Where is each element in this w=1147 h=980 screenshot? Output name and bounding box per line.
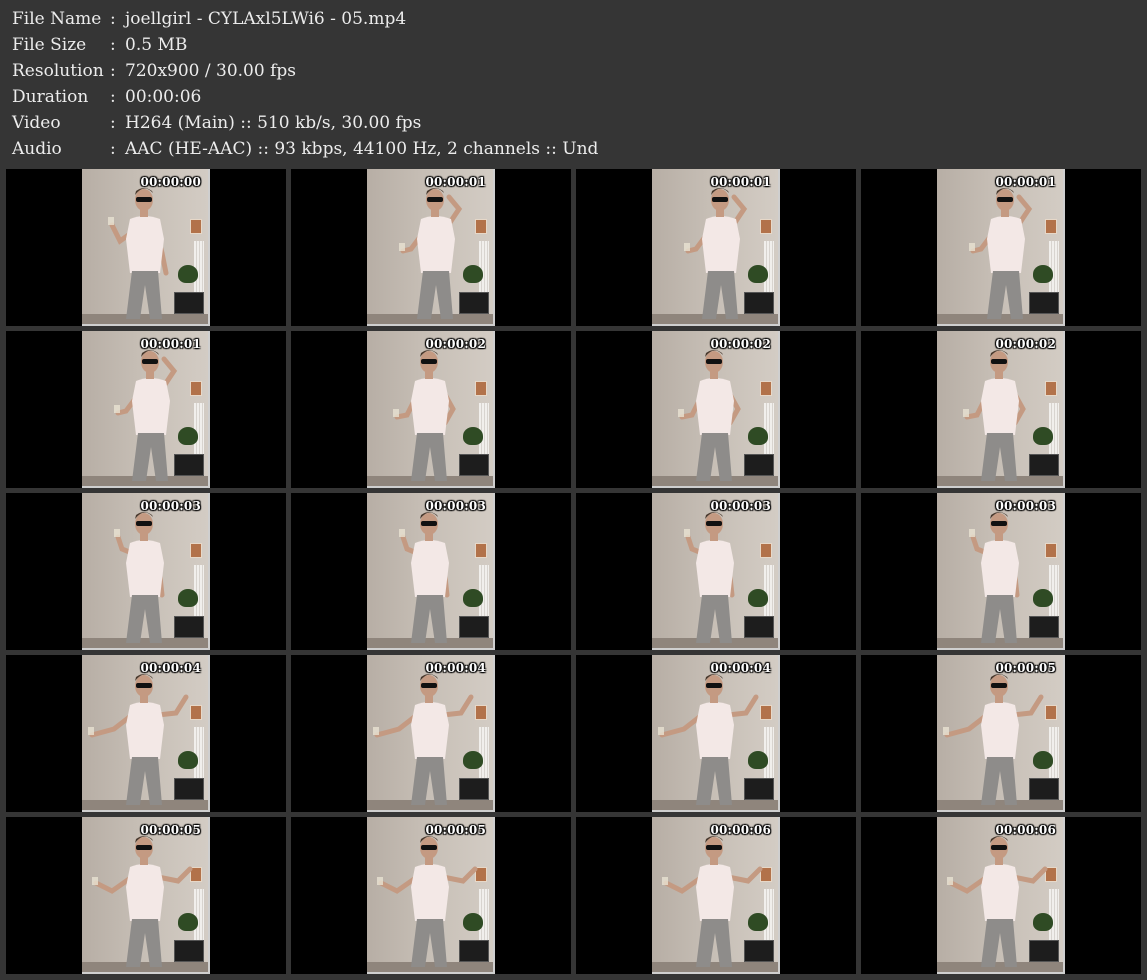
video-frame-thumbnail: 00:00:05 bbox=[937, 655, 1065, 812]
thumbnail-cell: 00:00:04 bbox=[291, 655, 571, 812]
info-row: File Size:0.5 MB bbox=[12, 32, 598, 58]
frame-timestamp: 00:00:01 bbox=[995, 175, 1056, 189]
info-key: Audio bbox=[12, 139, 62, 159]
thumbnail-cell: 00:00:01 bbox=[6, 331, 286, 488]
thumbnail-cell: 00:00:02 bbox=[291, 331, 571, 488]
frame-timestamp: 00:00:06 bbox=[995, 823, 1056, 837]
thumbnail-cell: 00:00:06 bbox=[576, 817, 856, 974]
info-separator: : bbox=[110, 61, 116, 81]
info-key: Duration bbox=[12, 87, 89, 107]
video-frame-thumbnail: 00:00:01 bbox=[367, 169, 495, 326]
video-frame-thumbnail: 00:00:02 bbox=[937, 331, 1065, 488]
info-value: 00:00:06 bbox=[125, 87, 202, 107]
info-separator: : bbox=[110, 113, 116, 133]
info-separator: : bbox=[110, 35, 116, 55]
info-value: AAC (HE-AAC) :: 93 kbps, 44100 Hz, 2 cha… bbox=[125, 139, 599, 159]
thumbnail-cell: 00:00:05 bbox=[861, 655, 1141, 812]
frame-timestamp: 00:00:06 bbox=[710, 823, 771, 837]
thumbnail-cell: 00:00:05 bbox=[291, 817, 571, 974]
info-key: Resolution bbox=[12, 61, 104, 81]
thumbnail-cell: 00:00:02 bbox=[861, 331, 1141, 488]
info-row: Video: H264 (Main) :: 510 kb/s, 30.00 fps bbox=[12, 110, 598, 136]
thumbnail-cell: 00:00:04 bbox=[576, 655, 856, 812]
frame-timestamp: 00:00:04 bbox=[425, 661, 486, 675]
frame-timestamp: 00:00:05 bbox=[425, 823, 486, 837]
frame-timestamp: 00:00:05 bbox=[140, 823, 201, 837]
info-row: Audio: AAC (HE-AAC) :: 93 kbps, 44100 Hz,… bbox=[12, 136, 598, 162]
frame-timestamp: 00:00:02 bbox=[425, 337, 486, 351]
thumbnail-cell: 00:00:06 bbox=[861, 817, 1141, 974]
frame-timestamp: 00:00:03 bbox=[425, 499, 486, 513]
thumbnail-cell: 00:00:05 bbox=[6, 817, 286, 974]
video-frame-thumbnail: 00:00:04 bbox=[367, 655, 495, 812]
thumbnail-cell: 00:00:03 bbox=[6, 493, 286, 650]
frame-timestamp: 00:00:01 bbox=[425, 175, 486, 189]
thumbnail-cell: 00:00:03 bbox=[861, 493, 1141, 650]
thumbnail-cell: 00:00:01 bbox=[861, 169, 1141, 326]
video-frame-thumbnail: 00:00:01 bbox=[82, 331, 210, 488]
video-frame-thumbnail: 00:00:03 bbox=[367, 493, 495, 650]
thumbnail-cell: 00:00:03 bbox=[576, 493, 856, 650]
video-frame-thumbnail: 00:00:01 bbox=[652, 169, 780, 326]
video-frame-thumbnail: 00:00:03 bbox=[937, 493, 1065, 650]
thumbnail-cell: 00:00:01 bbox=[291, 169, 571, 326]
info-value: 720x900 / 30.00 fps bbox=[125, 61, 296, 81]
video-frame-thumbnail: 00:00:06 bbox=[652, 817, 780, 974]
info-separator: : bbox=[110, 139, 116, 159]
info-separator: : bbox=[110, 87, 116, 107]
frame-timestamp: 00:00:04 bbox=[710, 661, 771, 675]
frame-timestamp: 00:00:01 bbox=[710, 175, 771, 189]
info-value: joellgirl - CYLAxl5LWi6 - 05.mp4 bbox=[125, 9, 407, 29]
info-key: File Size bbox=[12, 35, 87, 55]
video-frame-thumbnail: 00:00:02 bbox=[367, 331, 495, 488]
frame-timestamp: 00:00:03 bbox=[140, 499, 201, 513]
info-row: Duration:00:00:06 bbox=[12, 84, 598, 110]
frame-timestamp: 00:00:03 bbox=[995, 499, 1056, 513]
info-key: File Name bbox=[12, 9, 102, 29]
info-row: Resolution:720x900 / 30.00 fps bbox=[12, 58, 598, 84]
frame-timestamp: 00:00:02 bbox=[995, 337, 1056, 351]
video-frame-thumbnail: 00:00:05 bbox=[82, 817, 210, 974]
video-frame-thumbnail: 00:00:06 bbox=[937, 817, 1065, 974]
video-frame-thumbnail: 00:00:03 bbox=[652, 493, 780, 650]
info-value: 0.5 MB bbox=[125, 35, 188, 55]
info-value: H264 (Main) :: 510 kb/s, 30.00 fps bbox=[125, 113, 422, 133]
thumbnail-cell: 00:00:01 bbox=[576, 169, 856, 326]
frame-timestamp: 00:00:00 bbox=[140, 175, 201, 189]
frame-timestamp: 00:00:02 bbox=[710, 337, 771, 351]
frame-timestamp: 00:00:03 bbox=[710, 499, 771, 513]
video-frame-thumbnail: 00:00:00 bbox=[82, 169, 210, 326]
info-key: Video bbox=[12, 113, 61, 133]
file-info-panel: File Name: joellgirl - CYLAxl5LWi6 - 05.m… bbox=[12, 6, 598, 162]
video-frame-thumbnail: 00:00:03 bbox=[82, 493, 210, 650]
thumbnail-grid: 00:00:00 00:00:01 00:00:01 00:00:01 00:0… bbox=[6, 169, 1141, 976]
frame-timestamp: 00:00:04 bbox=[140, 661, 201, 675]
thumbnail-cell: 00:00:00 bbox=[6, 169, 286, 326]
video-frame-thumbnail: 00:00:04 bbox=[652, 655, 780, 812]
thumbnail-cell: 00:00:03 bbox=[291, 493, 571, 650]
frame-timestamp: 00:00:01 bbox=[140, 337, 201, 351]
video-frame-thumbnail: 00:00:01 bbox=[937, 169, 1065, 326]
info-separator: : bbox=[110, 9, 116, 29]
video-frame-thumbnail: 00:00:04 bbox=[82, 655, 210, 812]
video-frame-thumbnail: 00:00:05 bbox=[367, 817, 495, 974]
thumbnail-cell: 00:00:04 bbox=[6, 655, 286, 812]
video-frame-thumbnail: 00:00:02 bbox=[652, 331, 780, 488]
info-row: File Name: joellgirl - CYLAxl5LWi6 - 05.m… bbox=[12, 6, 598, 32]
thumbnail-cell: 00:00:02 bbox=[576, 331, 856, 488]
frame-timestamp: 00:00:05 bbox=[995, 661, 1056, 675]
